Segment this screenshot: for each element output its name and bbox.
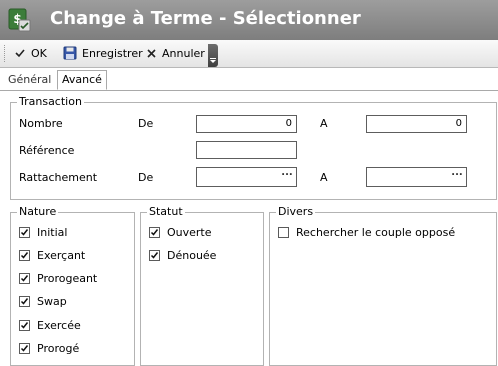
nature-checkbox-exercee[interactable]: Exercée: [19, 319, 81, 332]
rattachement-de-label: De: [138, 171, 154, 184]
cancel-button-label: Annuler: [162, 46, 205, 60]
nature-checkbox-label: Exerçant: [37, 249, 86, 262]
window-title: Change à Terme - Sélectionner: [50, 8, 361, 29]
transaction-group-title: Transaction: [17, 95, 84, 109]
nature-checkbox-exercant[interactable]: Exerçant: [19, 249, 85, 262]
nature-checkbox-label: Swap: [37, 295, 67, 308]
statut-group-title: Statut: [147, 205, 185, 219]
statut-checkbox-label: Ouverte: [167, 226, 212, 239]
reference-label: Référence: [19, 144, 75, 157]
nature-checkbox-initial[interactable]: Initial: [19, 226, 67, 239]
nature-checkbox-proroge[interactable]: Prorogé: [19, 342, 79, 355]
nombre-de-field[interactable]: 0: [196, 115, 297, 133]
nature-checkbox-label: Initial: [37, 226, 68, 239]
reference-field[interactable]: [196, 141, 297, 159]
checkbox-icon: [19, 343, 30, 354]
ok-button[interactable]: OK: [14, 44, 47, 62]
toolbar: OK Enregistrer Annuler: [0, 40, 498, 68]
tab-avance[interactable]: Avancé: [57, 70, 107, 90]
statut-checkbox-label: Dénouée: [167, 249, 217, 262]
nature-checkbox-label: Prorogé: [37, 342, 80, 355]
checkbox-icon: [19, 296, 30, 307]
divers-checkbox-label: Rechercher le couple opposé: [296, 226, 456, 239]
checkbox-icon: [19, 320, 30, 331]
divers-checkbox-couple-oppose[interactable]: Rechercher le couple opposé: [278, 226, 455, 239]
cancel-button[interactable]: Annuler: [146, 44, 205, 62]
nombre-a-field[interactable]: 0: [366, 115, 467, 133]
app-shield-icon: $: [8, 8, 31, 32]
nature-group-title: Nature: [17, 205, 59, 219]
save-button-label: Enregistrer: [82, 46, 143, 60]
toolbar-grip[interactable]: [4, 45, 8, 62]
rattachement-label: Rattachement: [19, 171, 98, 184]
save-button[interactable]: Enregistrer: [63, 44, 143, 62]
checkbox-icon: [149, 250, 160, 261]
checkbox-unchecked-icon: [278, 227, 289, 238]
nature-checkbox-prorogeant[interactable]: Prorogeant: [19, 272, 97, 285]
checkbox-icon: [149, 227, 160, 238]
close-icon: [147, 48, 156, 58]
title-bar: $ Change à Terme - Sélectionner: [0, 0, 498, 40]
toolbar-overflow-button[interactable]: [208, 44, 218, 67]
nature-checkbox-label: Exercée: [37, 319, 81, 332]
checkbox-icon: [19, 273, 30, 284]
checkbox-icon: [19, 227, 30, 238]
nature-checkbox-swap[interactable]: Swap: [19, 295, 67, 308]
tab-strip: Général Avancé: [0, 68, 498, 91]
rattachement-de-browse-button[interactable]: ...: [279, 168, 295, 183]
checkbox-icon: [19, 250, 30, 261]
statut-checkbox-denouee[interactable]: Dénouée: [149, 249, 216, 262]
floppy-disk-icon: [63, 46, 77, 60]
nature-checkbox-label: Prorogeant: [37, 272, 98, 285]
nombre-a-label: A: [320, 117, 328, 130]
rattachement-a-label: A: [320, 171, 328, 184]
tab-general[interactable]: Général: [4, 71, 55, 89]
rattachement-de-field[interactable]: ...: [196, 167, 297, 187]
nombre-de-label: De: [138, 117, 154, 130]
statut-checkbox-ouverte[interactable]: Ouverte: [149, 226, 212, 239]
rattachement-a-field[interactable]: ...: [366, 167, 467, 187]
nombre-label: Nombre: [19, 117, 63, 130]
ok-button-label: OK: [31, 46, 47, 60]
rattachement-a-browse-button[interactable]: ...: [449, 168, 465, 183]
checkmark-icon: [15, 49, 25, 58]
chevron-down-icon: [210, 58, 216, 63]
divers-group-title: Divers: [276, 205, 316, 219]
